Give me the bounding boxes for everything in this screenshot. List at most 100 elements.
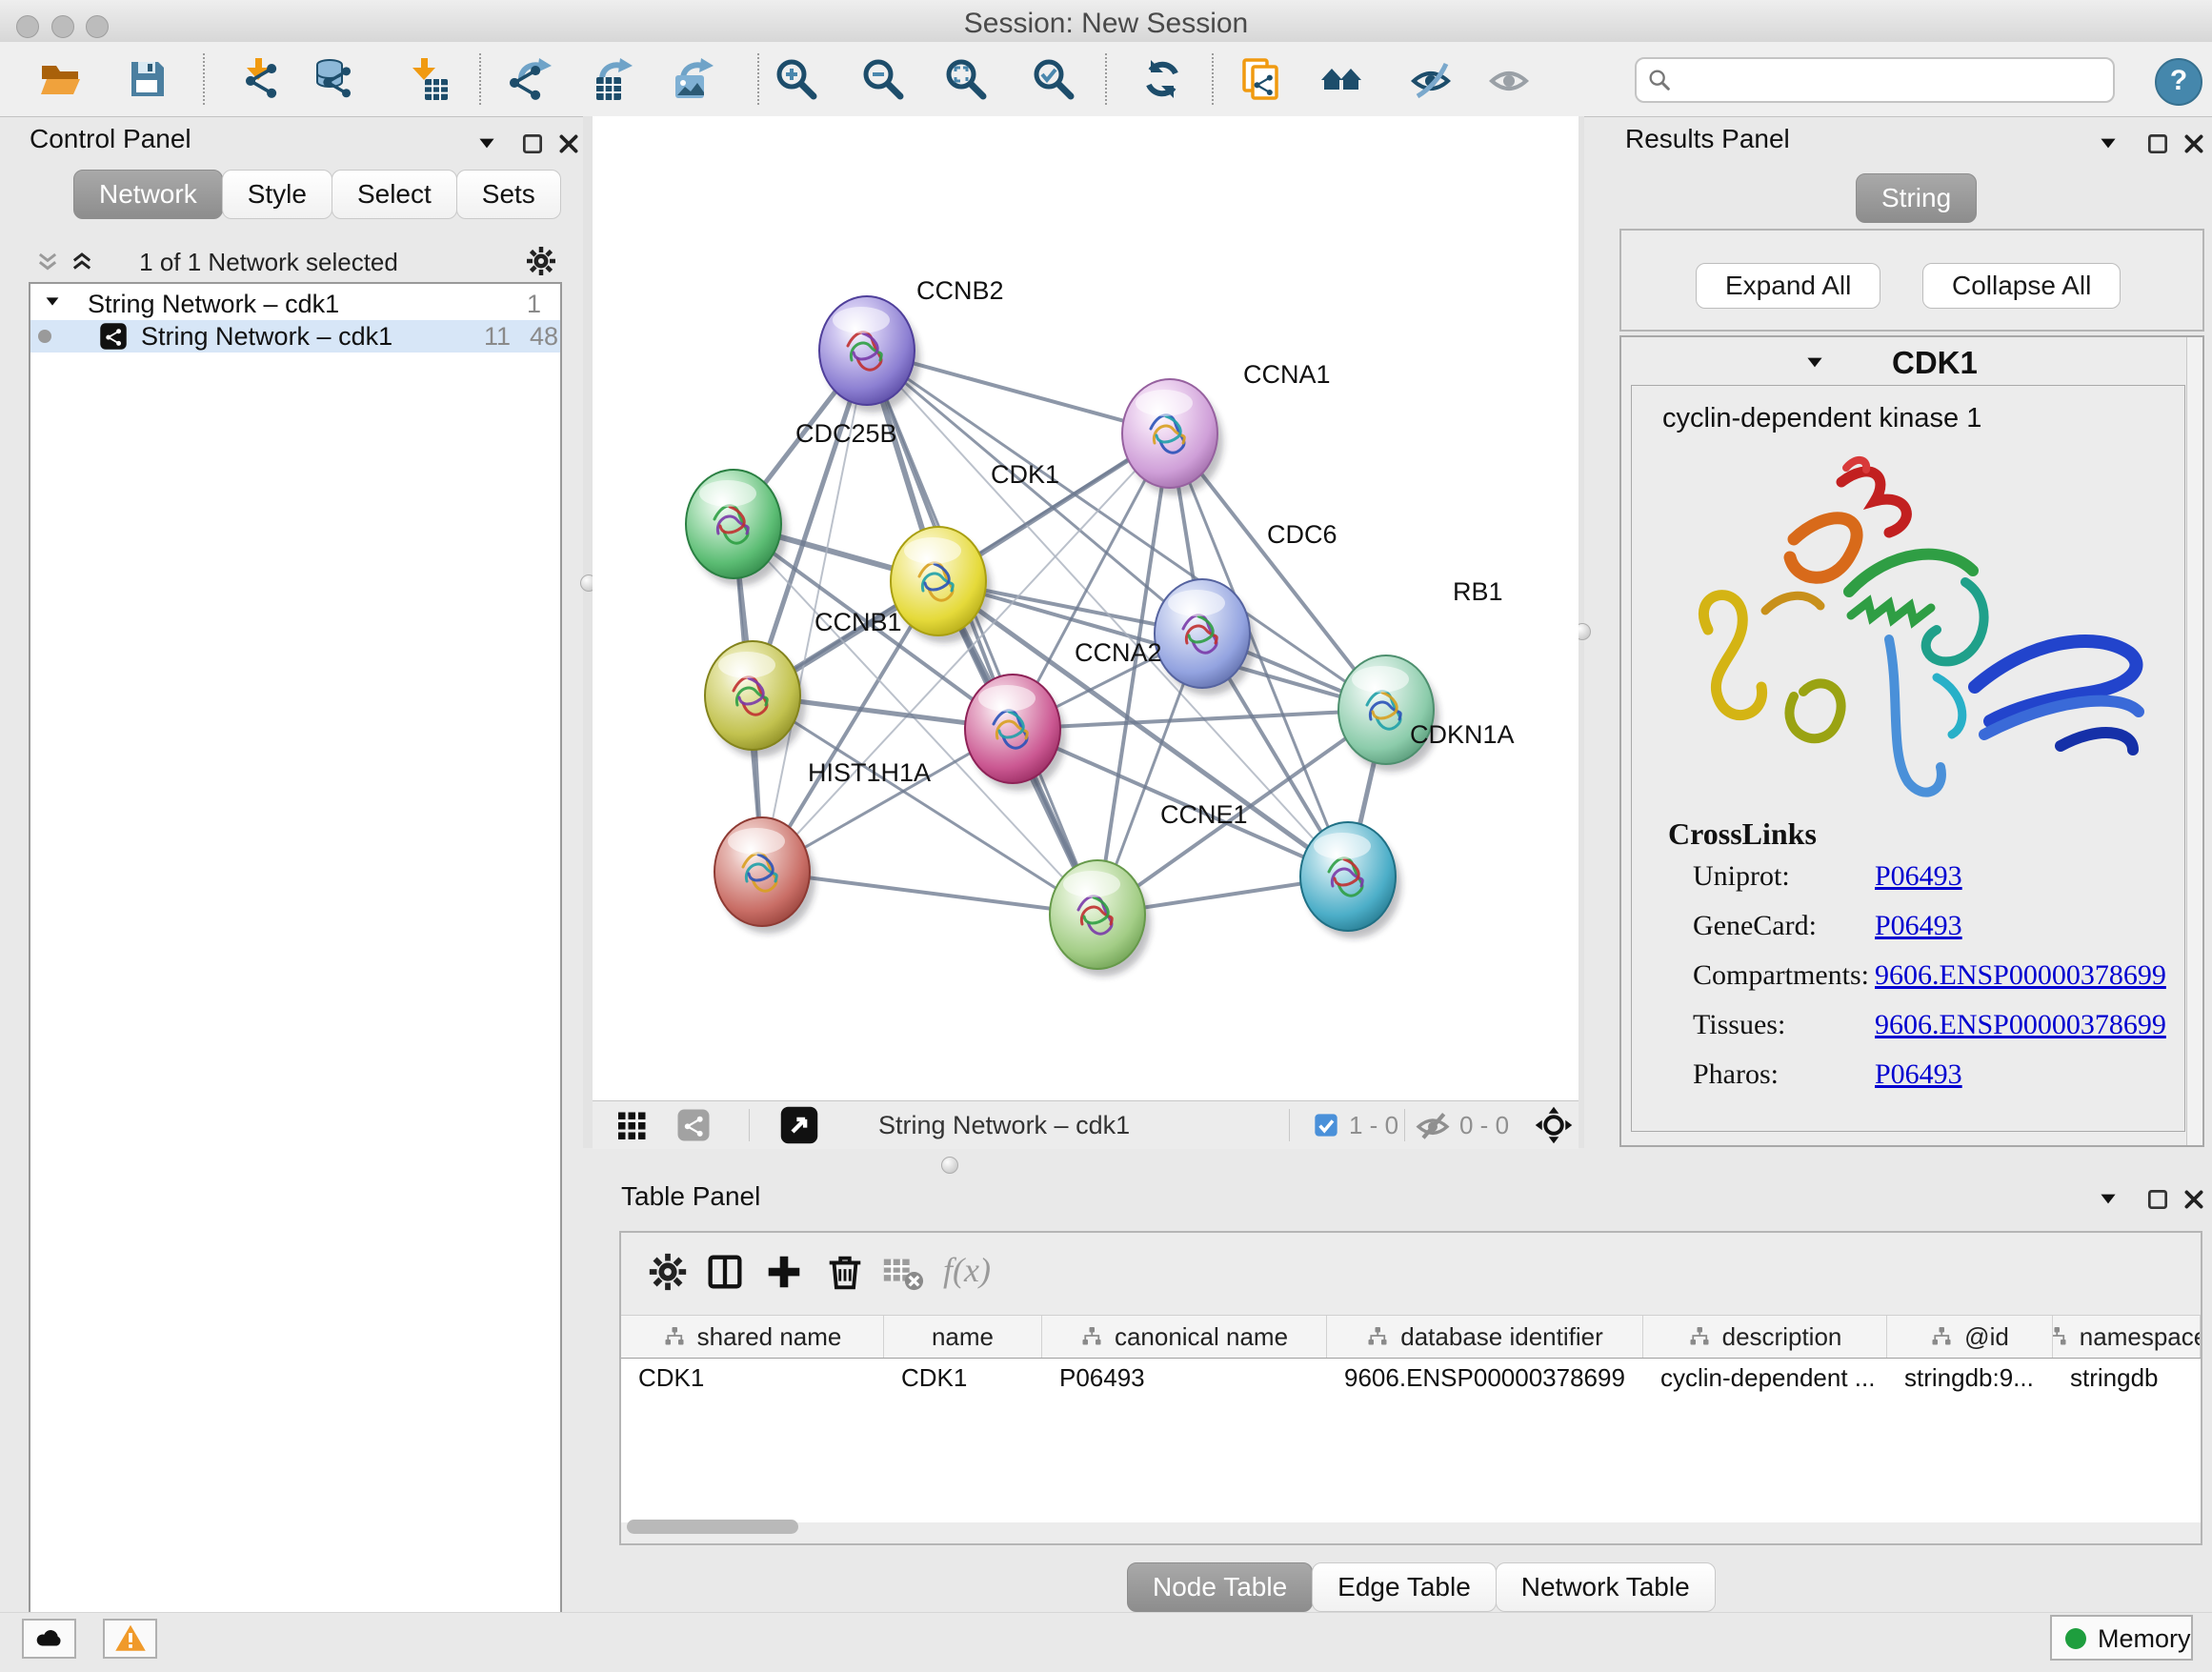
delete-column-icon[interactable] bbox=[823, 1250, 867, 1294]
network-canvas[interactable]: CCNB2 CCNA1 CDC25B CDK1 CDC6 bbox=[593, 116, 1579, 1100]
string-network-graph[interactable]: CCNB2 CCNA1 CDC25B CDK1 CDC6 bbox=[593, 116, 1579, 1100]
selected-nodes-checkbox[interactable] bbox=[1313, 1112, 1339, 1138]
preview-eye-icon[interactable] bbox=[1486, 56, 1532, 102]
manual-layout-icon[interactable] bbox=[1534, 1105, 1574, 1145]
column-header-id[interactable]: @id bbox=[1887, 1316, 2053, 1358]
table-cell: stringdb:9... bbox=[1887, 1359, 2053, 1397]
hidden-count: 0 - 0 bbox=[1459, 1101, 1509, 1149]
tab-edge-table[interactable]: Edge Table bbox=[1312, 1562, 1497, 1612]
export-table-icon[interactable] bbox=[589, 56, 634, 102]
export-image-icon[interactable] bbox=[670, 56, 715, 102]
crosslink-value-link[interactable]: 9606.ENSP00000378699 bbox=[1875, 1009, 2166, 1041]
column-header-canonicalname[interactable]: canonical name bbox=[1042, 1316, 1327, 1358]
network-options-gear-icon[interactable] bbox=[524, 244, 558, 278]
zoom-out-icon[interactable] bbox=[860, 56, 906, 102]
node-CDC6[interactable]: CDC6 bbox=[1155, 520, 1337, 695]
cloud-button[interactable] bbox=[22, 1619, 76, 1659]
import-table-icon[interactable] bbox=[404, 56, 450, 102]
table-settings-gear-icon[interactable] bbox=[646, 1250, 690, 1294]
warning-button[interactable] bbox=[103, 1619, 157, 1659]
tab-network-table[interactable]: Network Table bbox=[1496, 1562, 1716, 1612]
crosslink-row: Uniprot: P06493 bbox=[1632, 860, 2165, 910]
split-columns-icon[interactable] bbox=[703, 1250, 747, 1294]
crosslink-value-link[interactable]: P06493 bbox=[1875, 910, 1962, 942]
toggle-visibility-icon[interactable] bbox=[1408, 56, 1454, 102]
node-HIST1H1A[interactable]: HIST1H1A bbox=[714, 758, 931, 934]
add-column-icon[interactable] bbox=[762, 1250, 806, 1294]
toolbar-separator bbox=[757, 53, 759, 105]
column-header-description[interactable]: description bbox=[1643, 1316, 1887, 1358]
crosslink-value-link[interactable]: P06493 bbox=[1875, 1058, 1962, 1091]
table-panel-float-icon[interactable] bbox=[2145, 1187, 2170, 1212]
control-panel-close-icon[interactable] bbox=[556, 131, 581, 156]
tab-network[interactable]: Network bbox=[73, 170, 223, 219]
node-CCNB1[interactable]: CCNB1 bbox=[705, 608, 902, 757]
results-panel-float-icon[interactable] bbox=[2145, 131, 2170, 156]
import-network-icon[interactable] bbox=[236, 56, 282, 102]
results-panel-close-icon[interactable] bbox=[2182, 131, 2206, 156]
hidden-elements-icon[interactable] bbox=[1414, 1106, 1452, 1144]
save-session-icon[interactable] bbox=[124, 56, 170, 102]
clear-table-icon[interactable] bbox=[880, 1250, 924, 1294]
results-scrollbar[interactable] bbox=[2186, 337, 2202, 1145]
horizontal-splitter-handle[interactable] bbox=[941, 1157, 958, 1174]
open-file-icon[interactable] bbox=[38, 56, 84, 102]
thumbnail-grid-icon[interactable] bbox=[615, 1108, 650, 1142]
column-header-databaseidentifier[interactable]: database identifier bbox=[1327, 1316, 1643, 1358]
left-splitter[interactable] bbox=[583, 116, 593, 1148]
crosslink-value-link[interactable]: 9606.ENSP00000378699 bbox=[1875, 959, 2166, 992]
results-panel-menu-icon[interactable] bbox=[2096, 131, 2121, 156]
memory-button[interactable]: Memory bbox=[2050, 1615, 2193, 1661]
status-bar: Memory bbox=[0, 1612, 2212, 1672]
node-label-RB1: RB1 bbox=[1453, 577, 1503, 606]
network-row-selected[interactable]: String Network – cdk1 11 48 bbox=[30, 320, 560, 353]
tab-string[interactable]: String bbox=[1856, 173, 1977, 223]
collection-expand-icon[interactable] bbox=[42, 292, 63, 312]
tab-node-table[interactable]: Node Table bbox=[1127, 1562, 1313, 1612]
table-panel-menu-icon[interactable] bbox=[2096, 1187, 2121, 1212]
node-CCNA1[interactable]: CCNA1 bbox=[1122, 360, 1331, 495]
warning-icon bbox=[113, 1622, 148, 1656]
string-house-icon[interactable] bbox=[1318, 56, 1364, 102]
function-builder-icon[interactable]: f(x) bbox=[943, 1250, 991, 1290]
zoom-in-icon[interactable] bbox=[774, 56, 819, 102]
tab-sets[interactable]: Sets bbox=[456, 170, 561, 219]
edge-CCNA1-CCNE1[interactable] bbox=[1097, 433, 1170, 915]
expand-all-button[interactable]: Expand All bbox=[1696, 263, 1880, 309]
column-header-name[interactable]: name bbox=[884, 1316, 1042, 1358]
table-row[interactable]: CDK1CDK1P064939606.ENSP00000378699cyclin… bbox=[621, 1359, 2201, 1397]
node-label-CDC6: CDC6 bbox=[1267, 520, 1337, 549]
node-CDK1[interactable]: CDK1 bbox=[891, 460, 1059, 643]
crosslink-row: Tissues: 9606.ENSP00000378699 bbox=[1632, 1009, 2165, 1058]
node-label-CCNE1: CCNE1 bbox=[1160, 800, 1248, 829]
tab-select[interactable]: Select bbox=[332, 170, 457, 219]
network-collection-row[interactable]: String Network – cdk1 1 bbox=[30, 288, 560, 320]
scrollbar-thumb[interactable] bbox=[627, 1520, 798, 1534]
search-input[interactable] bbox=[1682, 61, 2105, 97]
table-cell: P06493 bbox=[1042, 1359, 1327, 1397]
collapse-all-button[interactable]: Collapse All bbox=[1922, 263, 2121, 309]
gene-section-collapse-icon[interactable] bbox=[1802, 351, 1827, 375]
node-label-CDK1: CDK1 bbox=[991, 460, 1059, 489]
help-button[interactable]: ? bbox=[2155, 58, 2202, 106]
zoom-fit-icon[interactable] bbox=[943, 56, 989, 102]
duplicate-network-icon[interactable] bbox=[1238, 56, 1284, 102]
table-panel-close-icon[interactable] bbox=[2182, 1187, 2206, 1212]
table-cell: CDK1 bbox=[621, 1359, 884, 1397]
column-header-sharedname[interactable]: shared name bbox=[621, 1316, 884, 1358]
birdseye-view-icon[interactable] bbox=[779, 1105, 819, 1145]
tab-style[interactable]: Style bbox=[222, 170, 332, 219]
refresh-view-icon[interactable] bbox=[1139, 56, 1185, 102]
export-network-icon[interactable] bbox=[508, 56, 553, 102]
control-panel-float-icon[interactable] bbox=[520, 131, 545, 156]
share-network-icon[interactable] bbox=[676, 1108, 711, 1142]
table-horizontal-scrollbar[interactable] bbox=[625, 1519, 2197, 1535]
node-CCNB2[interactable]: CCNB2 bbox=[819, 276, 1004, 413]
import-database-icon[interactable] bbox=[311, 56, 356, 102]
table-cell: 9606.ENSP00000378699 bbox=[1327, 1359, 1643, 1397]
zoom-selected-icon[interactable] bbox=[1031, 56, 1076, 102]
control-panel-menu-icon[interactable] bbox=[474, 131, 499, 156]
column-header-namespace[interactable]: namespace bbox=[2053, 1316, 2201, 1358]
crosslink-value-link[interactable]: P06493 bbox=[1875, 860, 1962, 893]
node-CCNE1[interactable]: CCNE1 bbox=[1050, 800, 1248, 977]
